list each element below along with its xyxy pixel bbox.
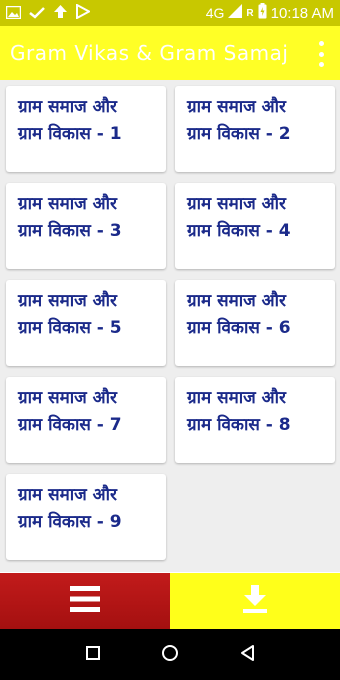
status-bar: 4G R 10:18 AM xyxy=(0,0,340,26)
card-6[interactable]: ग्राम समाज और ग्राम विकास - 6 xyxy=(175,280,335,366)
card-9[interactable]: ग्राम समाज और ग्राम विकास - 9 xyxy=(6,474,166,560)
upload-icon xyxy=(53,4,68,23)
card-5[interactable]: ग्राम समाज और ग्राम विकास - 5 xyxy=(6,280,166,366)
card-4[interactable]: ग्राम समाज और ग्राम विकास - 4 xyxy=(175,183,335,269)
back-icon[interactable] xyxy=(239,644,255,666)
card-label: ग्राम समाज और ग्राम विकास - 5 xyxy=(18,291,122,338)
card-3[interactable]: ग्राम समाज और ग्राम विकास - 3 xyxy=(6,183,166,269)
check-icon xyxy=(29,4,45,23)
card-label: ग्राम समाज और ग्राम विकास - 1 xyxy=(18,97,122,144)
status-time: 10:18 AM xyxy=(270,4,334,22)
status-right: 4G R 10:18 AM xyxy=(206,3,334,23)
recents-icon[interactable] xyxy=(85,645,101,665)
card-2[interactable]: ग्राम समाज और ग्राम विकास - 2 xyxy=(175,86,335,172)
card-label: ग्राम समाज और ग्राम विकास - 3 xyxy=(18,194,122,241)
status-left xyxy=(5,2,92,23)
hamburger-menu-icon xyxy=(70,586,100,616)
image-icon xyxy=(5,4,22,23)
menu-button[interactable] xyxy=(0,573,170,629)
card-label: ग्राम समाज और ग्राम विकास - 2 xyxy=(187,97,291,144)
card-label: ग्राम समाज और ग्राम विकास - 9 xyxy=(18,485,122,532)
card-label: ग्राम समाज और ग्राम विकास - 4 xyxy=(187,194,291,241)
download-icon xyxy=(242,585,268,617)
roaming-label: R xyxy=(246,7,254,19)
card-grid: ग्राम समाज और ग्राम विकास - 1 ग्राम समाज… xyxy=(0,80,340,572)
app-bar: Gram Vikas & Gram Samaj xyxy=(0,26,340,80)
app-title: Gram Vikas & Gram Samaj xyxy=(10,41,289,65)
system-nav-bar xyxy=(0,629,340,680)
card-label: ग्राम समाज और ग्राम विकास - 6 xyxy=(187,291,291,338)
download-button[interactable] xyxy=(170,573,340,629)
card-8[interactable]: ग्राम समाज और ग्राम विकास - 8 xyxy=(175,377,335,463)
more-vert-icon[interactable] xyxy=(316,41,326,67)
battery-icon xyxy=(258,3,267,23)
signal-icon xyxy=(228,4,243,22)
card-label: ग्राम समाज और ग्राम विकास - 7 xyxy=(18,388,122,435)
bottom-bar xyxy=(0,573,340,629)
card-7[interactable]: ग्राम समाज और ग्राम विकास - 7 xyxy=(6,377,166,463)
card-1[interactable]: ग्राम समाज और ग्राम विकास - 1 xyxy=(6,86,166,172)
home-icon[interactable] xyxy=(161,644,179,666)
card-label: ग्राम समाज और ग्राम विकास - 8 xyxy=(187,388,291,435)
play-store-icon xyxy=(76,2,92,23)
network-label: 4G xyxy=(205,5,225,21)
